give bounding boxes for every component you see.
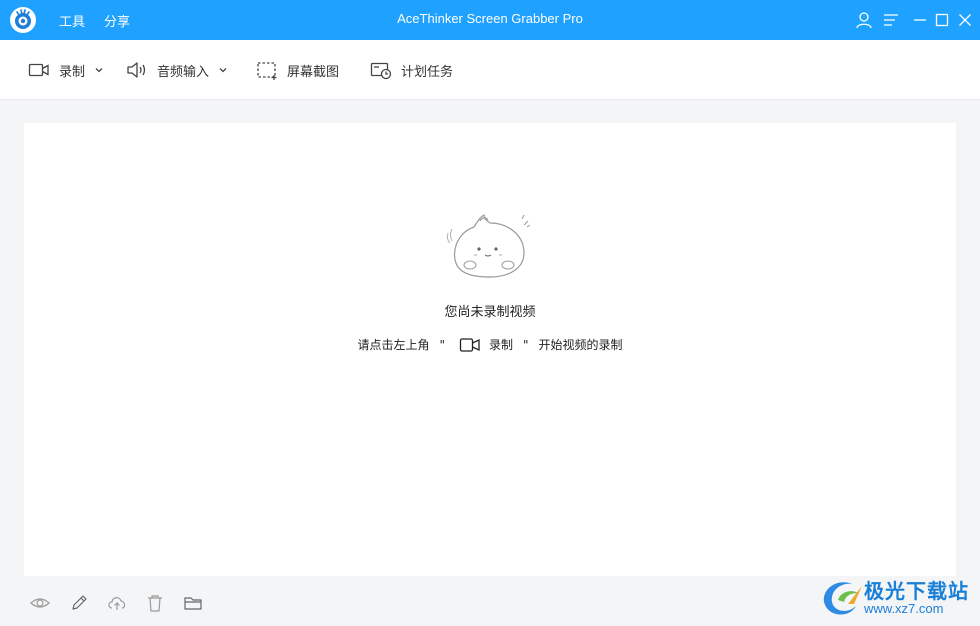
menu-icon[interactable]	[882, 11, 900, 29]
scheduled-task-label: 计划任务	[401, 64, 454, 80]
trash-icon[interactable]	[145, 593, 165, 613]
record-button[interactable]: 录制	[27, 40, 104, 100]
eye-icon[interactable]	[30, 593, 50, 613]
schedule-icon	[370, 62, 392, 80]
video-camera-icon	[28, 63, 49, 77]
window-title: AceThinker Screen Grabber Pro	[397, 11, 583, 26]
record-label: 录制	[59, 64, 86, 80]
edit-icon[interactable]	[69, 593, 89, 613]
audio-input-button[interactable]: 音频输入	[125, 40, 228, 100]
chevron-down-icon[interactable]	[218, 65, 228, 75]
screenshot-label: 屏幕截图	[287, 64, 340, 80]
minimize-icon[interactable]	[911, 11, 929, 29]
hint-prefix: 请点击左上角	[357, 338, 430, 352]
watermark-logo-icon	[823, 582, 862, 615]
maximize-icon[interactable]	[933, 11, 951, 29]
hint-quote-close: "	[523, 337, 529, 352]
folder-icon[interactable]	[183, 593, 203, 613]
audio-input-label: 音频输入	[157, 64, 210, 80]
empty-state-hint: 请点击左上角 " 录制 " 开始视频的录制	[24, 336, 956, 353]
empty-mascot-icon	[446, 214, 531, 278]
upload-icon[interactable]	[107, 593, 127, 613]
recordings-panel: 您尚未录制视频 请点击左上角 " 录制 " 开始视频的录制	[24, 123, 956, 576]
chevron-down-icon[interactable]	[94, 65, 104, 75]
empty-state-title: 您尚未录制视频	[444, 305, 536, 320]
user-icon[interactable]	[855, 11, 873, 29]
scheduled-task-button[interactable]: 计划任务	[369, 40, 453, 100]
hint-quote-open: "	[439, 337, 445, 352]
speaker-icon	[127, 62, 146, 78]
hint-suffix: 开始视频的录制	[538, 338, 623, 352]
screenshot-button[interactable]: 屏幕截图	[255, 40, 339, 100]
watermark-url: www.xz7.com	[864, 601, 944, 616]
video-camera-icon	[459, 337, 480, 352]
watermark: 极光下载站 www.xz7.com	[818, 572, 978, 624]
close-icon[interactable]	[956, 11, 974, 29]
screenshot-icon	[257, 62, 277, 80]
main-toolbar: 录制 音频输入 屏幕截图 计划任务	[0, 40, 980, 100]
title-bar: 工具 分享 AceThinker Screen Grabber Pro	[0, 0, 980, 40]
watermark-name: 极光下载站	[864, 579, 969, 603]
hint-record-label: 录制	[488, 338, 513, 352]
